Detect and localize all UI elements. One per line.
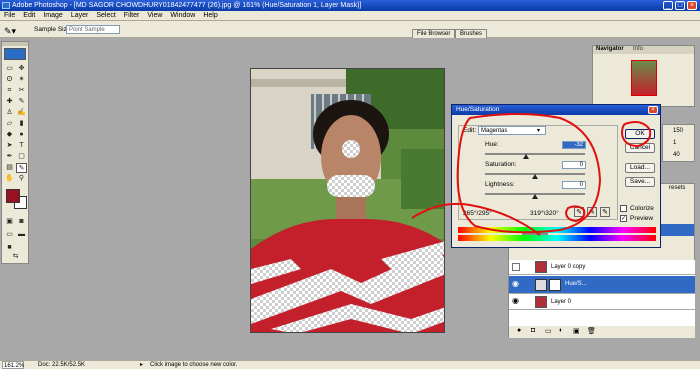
annotation-circle-ok	[620, 121, 652, 148]
annotation-circle-sliders	[456, 113, 602, 234]
doc-size: Doc: 22.5K/52.5K	[38, 362, 86, 368]
red-annotations	[411, 113, 652, 236]
annotation-arrow	[411, 202, 541, 236]
status-arrow-icon[interactable]: ▸	[140, 361, 143, 369]
annotation-circle-eyedropper	[564, 205, 586, 223]
zoom-field[interactable]: 161.2%	[2, 361, 24, 369]
status-hint: Click image to choose new color.	[150, 362, 238, 368]
status-bar: 161.2% Doc: 22.5K/52.5K ▸ Click image to…	[0, 360, 700, 369]
